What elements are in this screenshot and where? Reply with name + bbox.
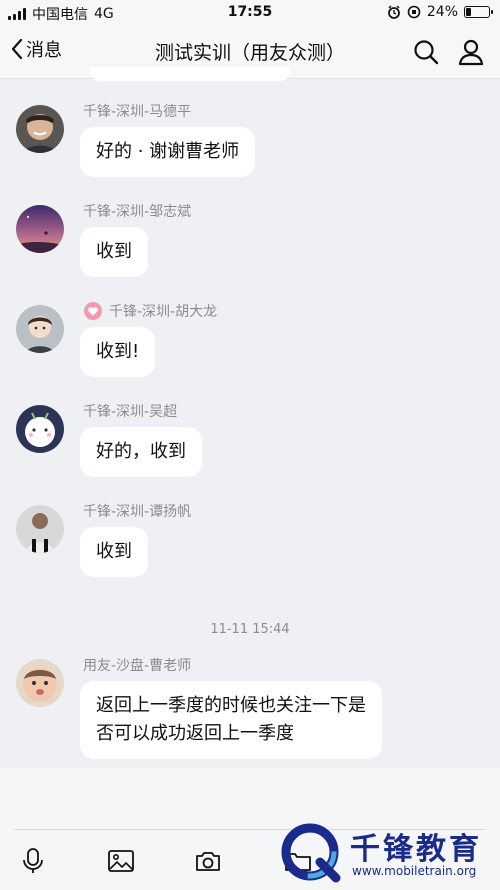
heart-badge-icon — [84, 302, 102, 320]
avatar[interactable] — [16, 659, 64, 707]
orientation-lock-icon — [407, 5, 421, 19]
camera-icon[interactable] — [193, 846, 223, 876]
avatar[interactable] — [16, 405, 64, 453]
search-icon[interactable] — [412, 38, 440, 66]
message-bubble[interactable]: 收到 — [80, 527, 148, 577]
status-bar: 中国电信 4G 17:55 24% — [0, 0, 500, 24]
sender-name: 千锋-深圳-谭扬帆 — [83, 504, 192, 520]
watermark-title: 千锋教育 — [350, 832, 482, 867]
group-members-icon[interactable] — [458, 38, 486, 66]
sender-name: 千锋-深圳-胡大龙 — [83, 301, 217, 321]
previous-message-bubble — [90, 67, 290, 81]
message-line: 返回上一季度的时候也关注一下是 — [96, 695, 366, 716]
message-bubble[interactable]: 好的，收到 — [80, 427, 202, 477]
avatar[interactable] — [16, 505, 64, 553]
message-bubble[interactable]: 返回上一季度的时候也关注一下是 否可以成功返回上一季度 — [80, 681, 382, 759]
sender-name: 千锋-深圳-马德平 — [83, 104, 192, 120]
watermark-url: www.mobiletrain.org — [352, 864, 477, 878]
avatar[interactable] — [16, 305, 64, 353]
message-line: 否可以成功返回上一季度 — [96, 723, 294, 744]
sender-name: 用友-沙盘-曹老师 — [83, 658, 192, 674]
sender-label: 千锋-深圳-胡大龙 — [109, 304, 218, 320]
brand-logo-icon — [281, 823, 341, 883]
message-bubble[interactable]: 收到! — [80, 327, 156, 377]
microphone-icon[interactable] — [18, 846, 48, 876]
message-bubble[interactable]: 收到 — [80, 227, 148, 277]
alarm-icon — [387, 5, 400, 19]
battery-icon — [464, 6, 493, 18]
avatar[interactable] — [16, 105, 64, 153]
battery-percent: 24% — [426, 4, 458, 20]
avatar[interactable] — [16, 205, 64, 253]
watermark-logo: 千锋教育 www.mobiletrain.org — [278, 818, 500, 890]
message-bubble[interactable]: 好的 · 谢谢曹老师 — [80, 127, 256, 177]
sender-name: 千锋-深圳-吴超 — [83, 404, 178, 420]
sender-name: 千锋-深圳-邹志斌 — [83, 204, 192, 220]
chat-area[interactable]: 千锋-深圳-马德平 好的 · 谢谢曹老师 千锋-深圳-邹志斌 收到 千锋-深圳-… — [0, 67, 500, 768]
image-icon[interactable] — [106, 846, 136, 876]
message-timestamp: 11-11 15:44 — [210, 622, 290, 637]
